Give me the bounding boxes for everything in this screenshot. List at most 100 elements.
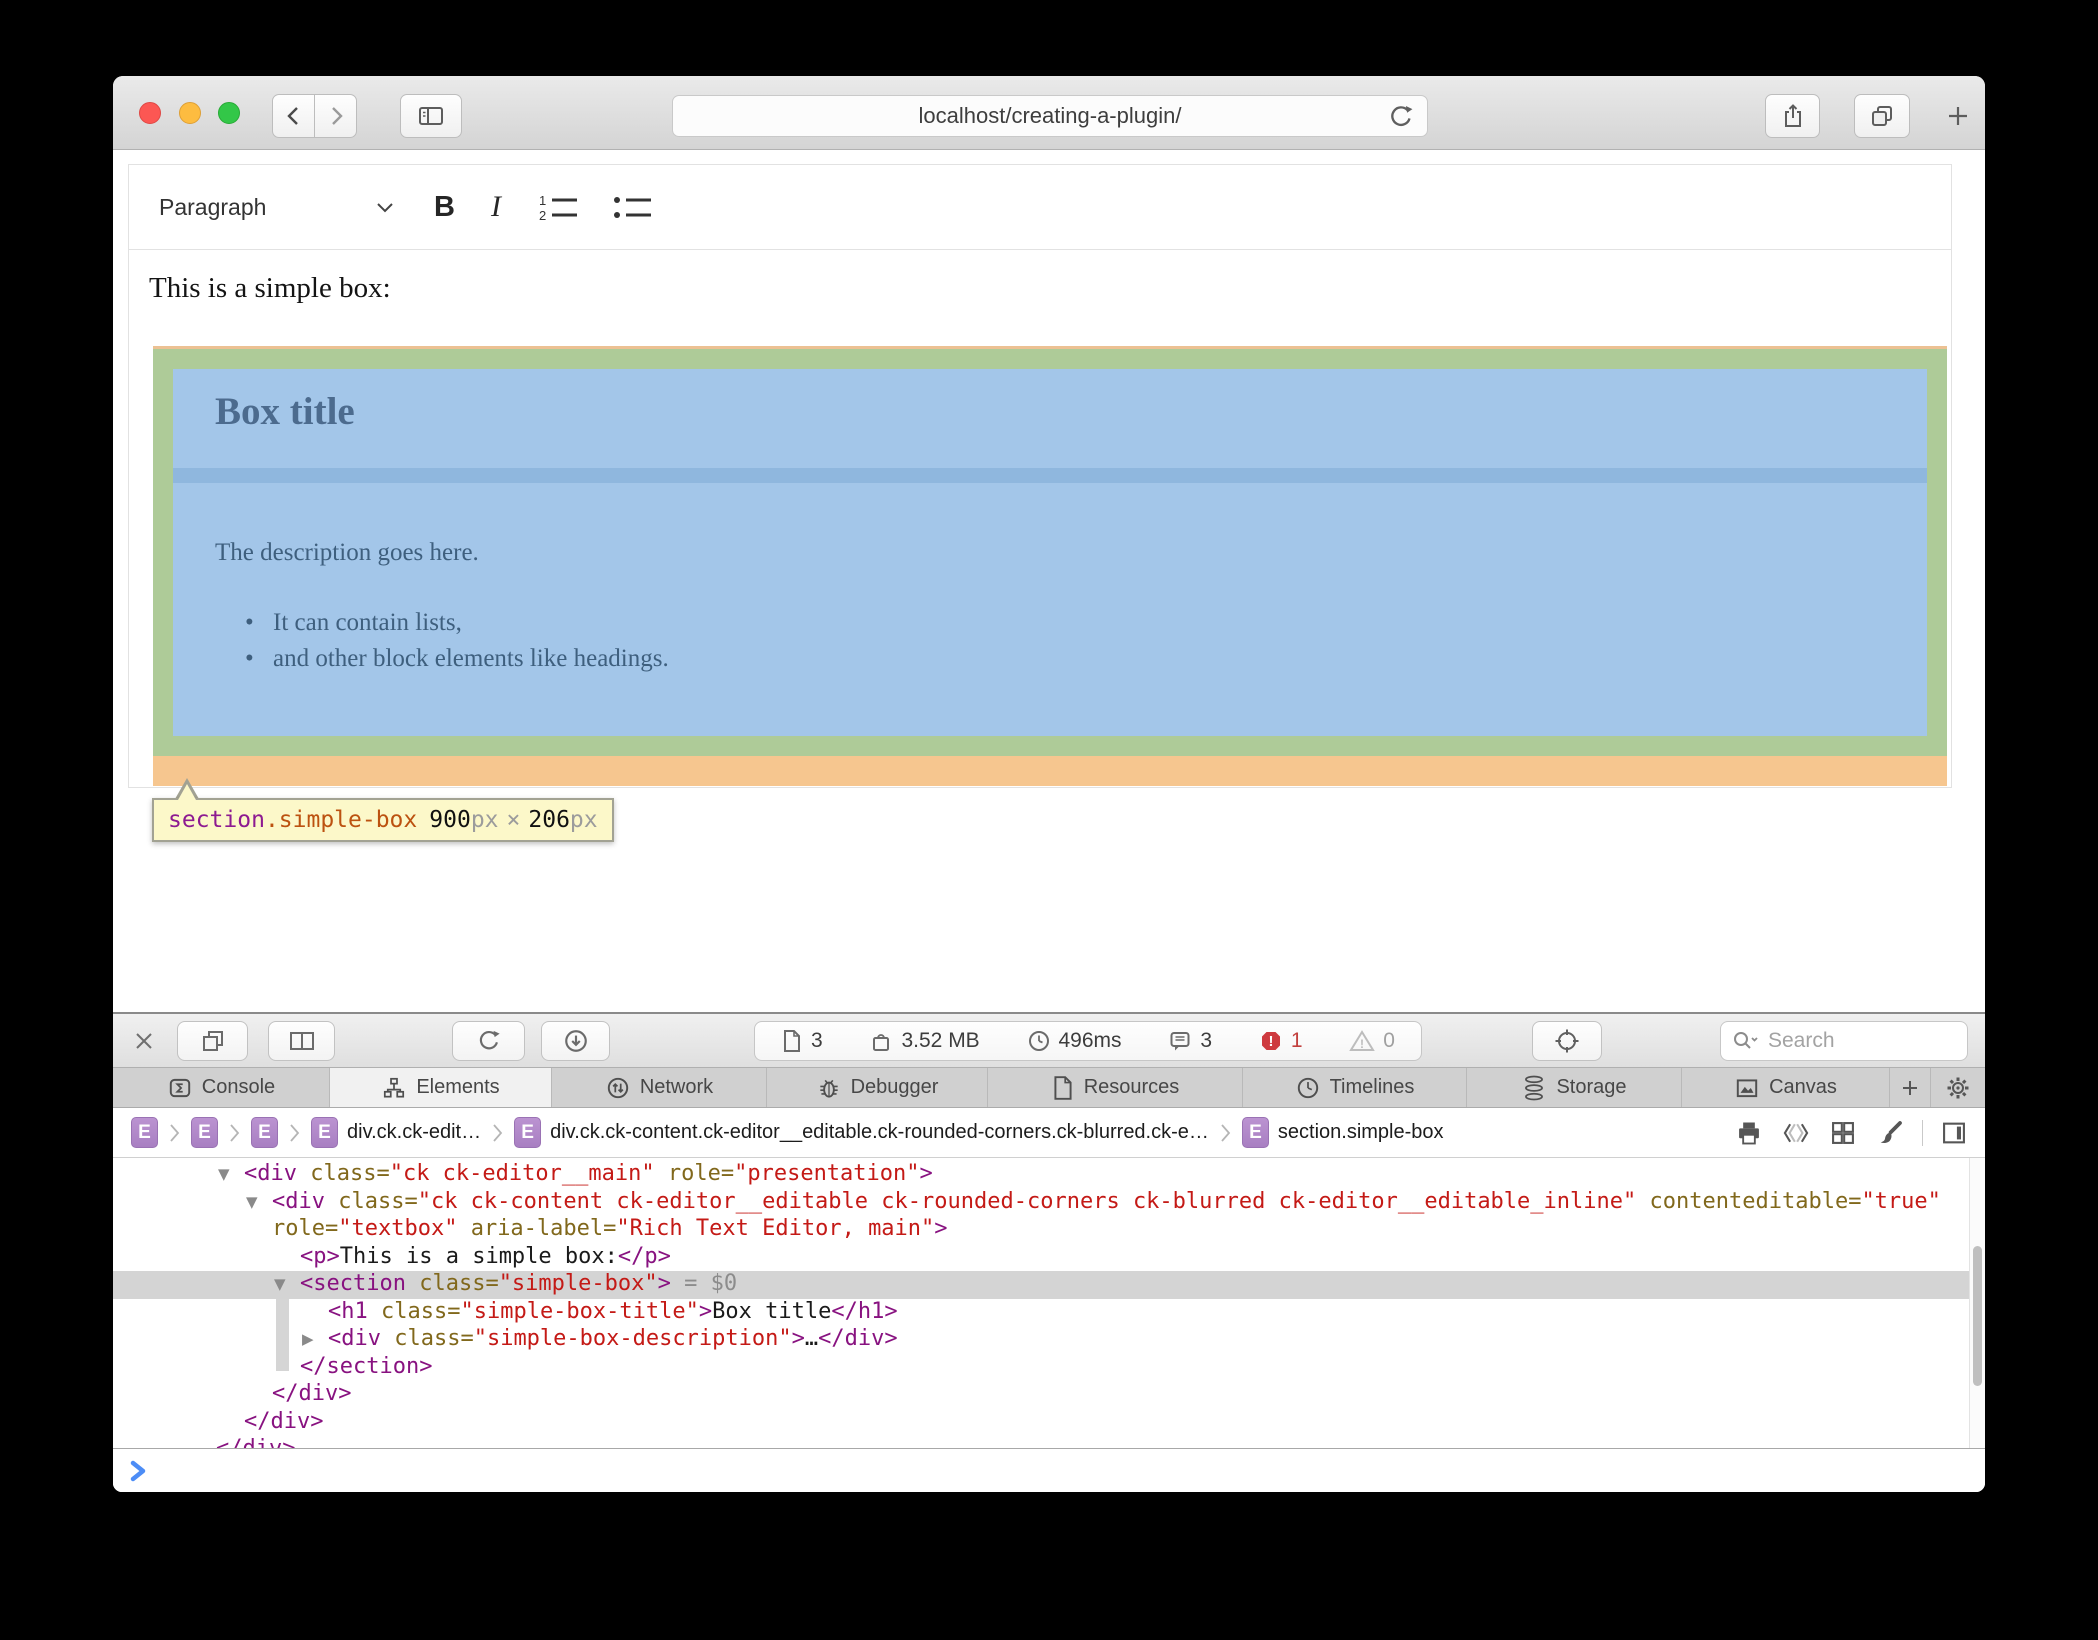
element-picker-button[interactable] bbox=[1532, 1021, 1602, 1061]
sidebar-toggle-button[interactable] bbox=[400, 94, 462, 138]
rich-text-editable-area[interactable]: This is a simple box: Box title The desc… bbox=[129, 250, 1951, 786]
debugger-tab-icon bbox=[816, 1075, 842, 1101]
print-icon[interactable] bbox=[1734, 1119, 1764, 1147]
dom-tree-row[interactable]: </div> bbox=[113, 1409, 1985, 1437]
breadcrumb-item[interactable]: E bbox=[251, 1117, 278, 1148]
network-tab-icon bbox=[605, 1075, 631, 1101]
console-messages-badge[interactable]: 3 bbox=[1168, 1029, 1212, 1053]
reload-page-button[interactable] bbox=[452, 1021, 525, 1061]
code-token: "Rich Text Editor, main" bbox=[616, 1216, 934, 1241]
dom-tree-row[interactable]: ▼<div class="ck ck-editor__main" role="p… bbox=[113, 1161, 1985, 1189]
highlight-content-area: Box title The description goes here. It … bbox=[173, 369, 1927, 736]
close-window-button[interactable] bbox=[139, 102, 161, 124]
disclosure-open-icon[interactable]: ▼ bbox=[274, 1271, 286, 1299]
dom-tree-row[interactable]: </div> bbox=[113, 1436, 1985, 1448]
italic-button[interactable]: I bbox=[485, 190, 507, 224]
dom-tree-scrollbar[interactable] bbox=[1969, 1158, 1985, 1448]
breadcrumb-item[interactable]: E bbox=[191, 1117, 218, 1148]
scrollbar-thumb[interactable] bbox=[1973, 1246, 1982, 1386]
source-code-icon[interactable] bbox=[1780, 1119, 1812, 1147]
download-icon bbox=[563, 1028, 589, 1054]
code-token: > bbox=[920, 1161, 933, 1186]
paragraph-style-dropdown[interactable]: Paragraph bbox=[159, 194, 394, 221]
inspector-search-field[interactable] bbox=[1720, 1021, 1968, 1061]
element-badge: E bbox=[311, 1117, 338, 1148]
breadcrumb-toolbar-icons bbox=[1734, 1118, 1969, 1148]
styles-brush-icon[interactable] bbox=[1874, 1118, 1906, 1148]
inspector-tab-bar: Console Elements bbox=[113, 1068, 1985, 1108]
safari-window: localhost/creating-a-plugin/ bbox=[113, 76, 1985, 1492]
disclosure-open-icon[interactable]: ▼ bbox=[218, 1161, 230, 1189]
tab-storage[interactable]: Storage bbox=[1467, 1068, 1682, 1107]
tab-debugger[interactable]: Debugger bbox=[767, 1068, 988, 1107]
code-token: <div bbox=[272, 1189, 325, 1214]
detach-window-icon bbox=[200, 1028, 226, 1054]
tab-resources[interactable]: Resources bbox=[988, 1068, 1243, 1107]
details-sidebar-icon[interactable] bbox=[1939, 1119, 1969, 1147]
inspector-settings-button[interactable] bbox=[1931, 1068, 1985, 1107]
tab-label: Elements bbox=[416, 1076, 499, 1099]
dom-tree-row[interactable]: </div> bbox=[113, 1381, 1985, 1409]
layout-grid-icon[interactable] bbox=[1828, 1119, 1858, 1147]
selected-node-indent-guide bbox=[276, 1299, 289, 1371]
dom-tree-row[interactable]: <h1 class="simple-box-title">Box title</… bbox=[113, 1299, 1985, 1327]
minimize-window-button[interactable] bbox=[179, 102, 201, 124]
list-item: It can contain lists, bbox=[245, 605, 669, 641]
breadcrumb-label: div.ck.ck-content.ck-editor__editable.ck… bbox=[550, 1121, 1209, 1144]
code-token: </h1> bbox=[831, 1299, 897, 1324]
console-prompt[interactable] bbox=[113, 1448, 1985, 1492]
breadcrumb-item[interactable]: E div.ck.ck-edit… bbox=[311, 1117, 481, 1148]
ckeditor-frame: Paragraph B I 1 2 bbox=[128, 164, 1952, 788]
code-token: contenteditable= bbox=[1636, 1189, 1861, 1214]
resource-size-badge[interactable]: 3.52 MB bbox=[869, 1029, 979, 1053]
reload-button[interactable] bbox=[1387, 103, 1415, 131]
tooltip-class: .simple-box bbox=[265, 807, 417, 833]
dock-side-button[interactable] bbox=[268, 1021, 335, 1061]
new-tab-button[interactable] bbox=[1935, 94, 1981, 138]
show-all-tabs-button[interactable] bbox=[1854, 94, 1910, 138]
breadcrumb-item[interactable]: E div.ck.ck-content.ck-editor__editable.… bbox=[514, 1117, 1209, 1148]
breadcrumb-item-selected[interactable]: E section.simple-box bbox=[1242, 1117, 1444, 1148]
code-token: > bbox=[792, 1326, 805, 1351]
tab-timelines[interactable]: Timelines bbox=[1243, 1068, 1467, 1107]
tooltip-tag: section bbox=[168, 807, 265, 833]
tab-canvas[interactable]: Canvas bbox=[1682, 1068, 1890, 1107]
close-icon bbox=[133, 1030, 155, 1052]
disclosure-closed-icon[interactable]: ▶ bbox=[302, 1326, 314, 1354]
warnings-count: 0 bbox=[1383, 1029, 1395, 1053]
code-token: <div bbox=[244, 1161, 297, 1186]
address-bar[interactable]: localhost/creating-a-plugin/ bbox=[672, 95, 1428, 137]
add-tab-button[interactable] bbox=[1890, 1068, 1931, 1107]
tooltip-width-unit: px bbox=[471, 807, 499, 833]
dom-tree-row[interactable]: ▼<div class="ck ck-content ck-editor__ed… bbox=[113, 1189, 1985, 1217]
forward-button[interactable] bbox=[314, 94, 357, 138]
warnings-badge[interactable]: ! 0 bbox=[1349, 1029, 1395, 1053]
dom-tree-row[interactable]: ▶<div class="simple-box-description">…</… bbox=[113, 1326, 1985, 1354]
share-button[interactable] bbox=[1765, 94, 1820, 138]
detach-inspector-button[interactable] bbox=[177, 1021, 248, 1061]
inspector-size-tooltip: section.simple-box900px×206px bbox=[152, 798, 614, 842]
timelines-tab-icon bbox=[1295, 1075, 1321, 1101]
dom-tree-row[interactable]: <p>This is a simple box:</p> bbox=[113, 1244, 1985, 1272]
dom-tree-row[interactable]: role="textbox" aria-label="Rich Text Edi… bbox=[113, 1216, 1985, 1244]
dom-tree-row[interactable]: </section> bbox=[113, 1354, 1985, 1382]
dom-tree-row-selected[interactable]: ▼<section class="simple-box"> = $0 bbox=[113, 1271, 1985, 1299]
breadcrumb-item[interactable]: E bbox=[131, 1117, 158, 1148]
numbered-list-button[interactable]: 1 2 bbox=[537, 191, 581, 223]
code-token: "simple-box" bbox=[499, 1271, 658, 1296]
disclosure-open-icon[interactable]: ▼ bbox=[246, 1189, 258, 1217]
bulleted-list-button[interactable] bbox=[611, 191, 655, 223]
code-token: = $0 bbox=[671, 1271, 737, 1296]
bold-button[interactable]: B bbox=[434, 191, 455, 224]
zoom-window-button[interactable] bbox=[218, 102, 240, 124]
documents-badge[interactable]: 3 bbox=[781, 1029, 823, 1053]
load-time-badge[interactable]: 496ms bbox=[1027, 1029, 1122, 1053]
close-inspector-button[interactable] bbox=[133, 1014, 155, 1068]
errors-badge[interactable]: ! 1 bbox=[1259, 1029, 1303, 1053]
tab-elements[interactable]: Elements bbox=[330, 1068, 552, 1107]
tab-network[interactable]: Network bbox=[552, 1068, 767, 1107]
search-input[interactable] bbox=[1768, 1029, 1933, 1053]
download-web-archive-button[interactable] bbox=[541, 1021, 610, 1061]
back-button[interactable] bbox=[272, 94, 315, 138]
tab-console[interactable]: Console bbox=[113, 1068, 330, 1107]
